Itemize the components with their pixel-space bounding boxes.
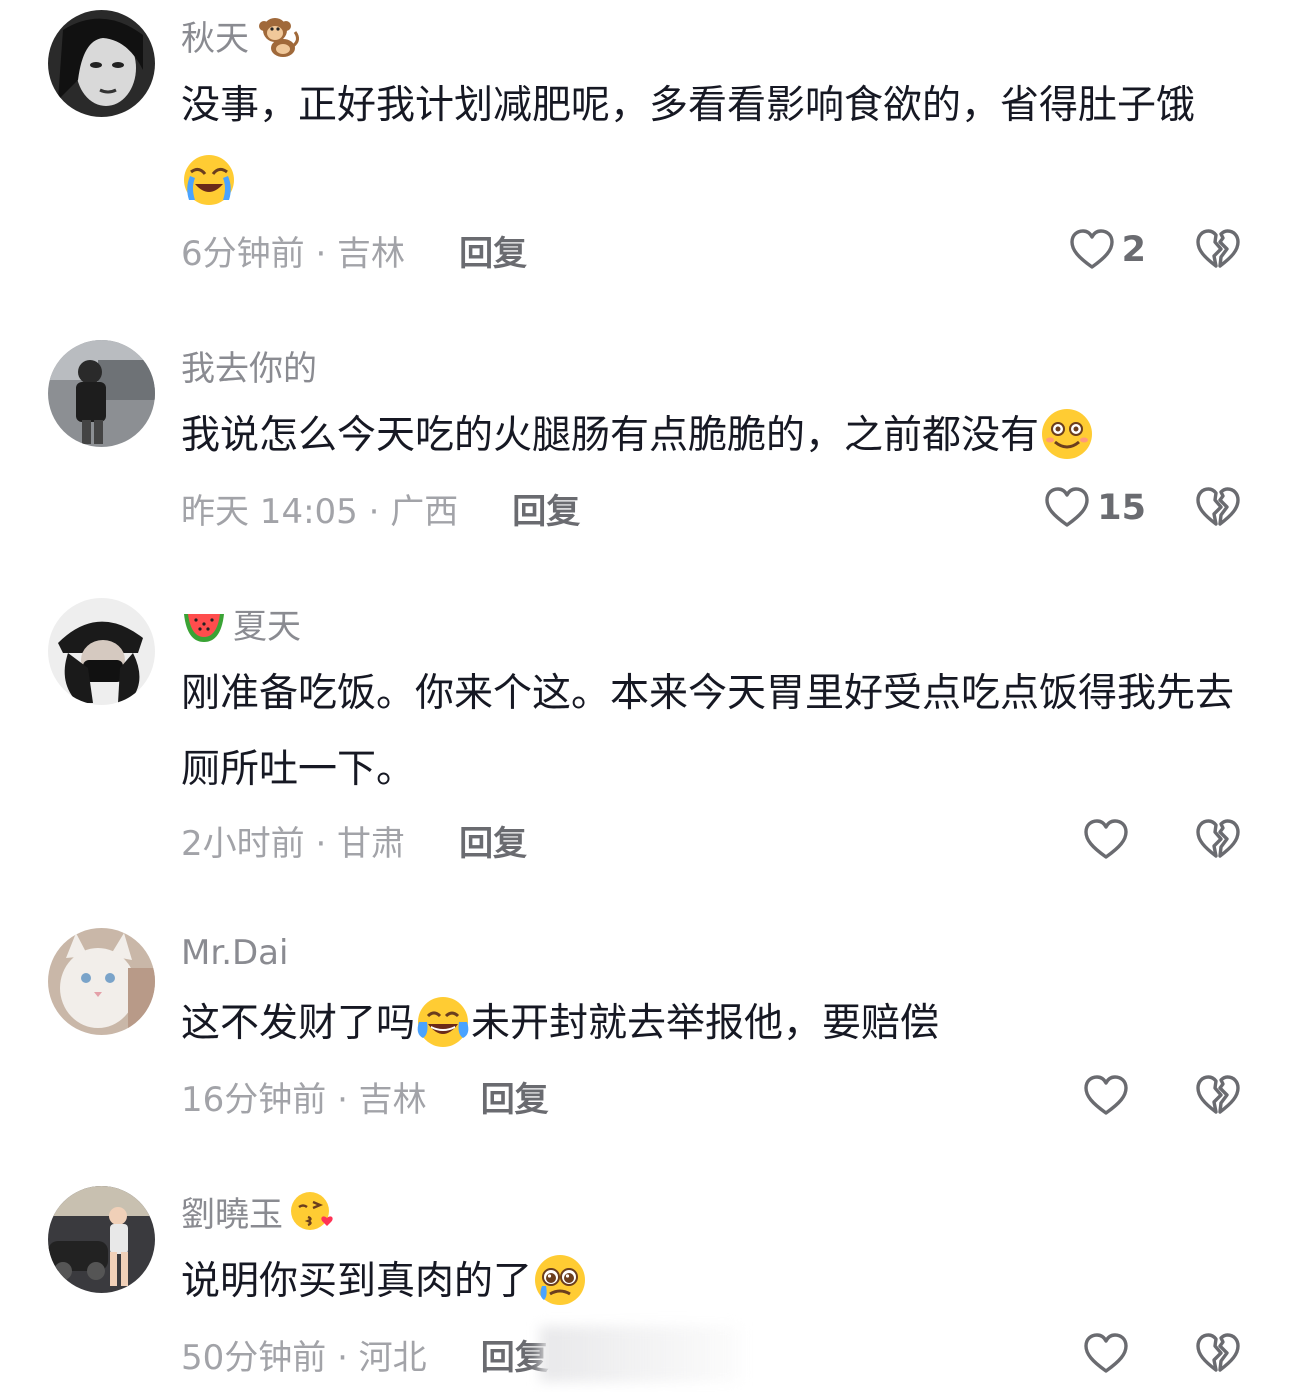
like-button[interactable] [1082,1330,1146,1378]
time-location: 6分钟前 · 吉林 [181,233,406,274]
broken-heart-icon [1196,1075,1240,1114]
avatar[interactable] [48,1186,155,1293]
dislike-button[interactable] [1194,484,1242,532]
comment-meta-row: 16分钟前 · 吉林 回复 [181,1068,1242,1124]
reply-button[interactable]: 回复 [481,1330,549,1379]
comment-text: 这不发财了吗 未开封就去举报他，要赔偿 [181,986,1246,1062]
like-button[interactable]: 2 [1068,226,1146,274]
heart-outline-icon [1045,487,1089,527]
username[interactable]: Mr.Dai [181,933,288,973]
time-location: 昨天 14:05 · 广西 [181,491,459,532]
comment-actions [1082,1326,1242,1382]
username[interactable]: 夏天 [233,599,301,648]
tears-of-joy-emoji-icon [415,994,471,1050]
heart-outline-icon [1084,819,1128,859]
comment-text: 说明你买到真肉的了 [181,1244,1246,1320]
comment-meta-row: 2小时前 · 甘肃 回复 [181,812,1242,868]
comment-text: 我说怎么今天吃的火腿肠有点脆脆的，之前都没有 [181,398,1246,474]
avatar[interactable] [48,598,155,705]
watermark-blur-overlay [540,1326,740,1382]
comment-meta-row: 昨天 14:05 · 广西 回复 15 [181,480,1242,536]
reply-button[interactable]: 回复 [512,484,580,533]
username-row: 我去你的 [181,340,317,390]
heart-outline-icon [1084,1333,1128,1373]
username[interactable]: 秋天 [181,11,249,60]
broken-heart-icon [1196,819,1240,858]
kissing-heart-emoji-icon [289,1188,335,1234]
like-count: 15 [1097,488,1146,528]
reply-button[interactable]: 回复 [459,226,527,275]
reply-button[interactable]: 回复 [481,1072,549,1121]
comment-text-tail: 未开封就去举报他，要赔偿 [471,1001,940,1046]
flushed-smile-emoji-icon [1039,406,1095,462]
heart-outline-icon [1084,1075,1128,1115]
comment-text: 刚准备吃饭。你来个这。本来今天胃里好受点吃点饭得我先去厕所吐一下。 [181,656,1246,808]
broken-heart-icon [1196,1333,1240,1372]
username-row: 秋天 [181,10,301,60]
comment-text-content: 这不发财了吗 [181,1001,416,1046]
comment-text-content: 说明你买到真肉的了 [181,1259,533,1304]
broken-heart-icon [1196,487,1240,526]
username[interactable]: 劉曉玉 [181,1187,283,1236]
time-location: 50分钟前 · 河北 [181,1337,427,1378]
username-row: 劉曉玉 [181,1186,335,1236]
username-row: 夏天 [181,598,301,648]
loudly-crying-face-emoji-icon [181,152,237,208]
pleading-face-emoji-icon [532,1252,588,1308]
comment-actions [1082,1068,1242,1124]
dislike-button[interactable] [1194,1072,1242,1120]
dislike-button[interactable] [1194,1330,1242,1378]
like-button[interactable] [1082,816,1146,864]
like-button[interactable]: 15 [1043,484,1146,532]
comment-actions [1082,812,1242,868]
comment-text-content: 我说怎么今天吃的火腿肠有点脆脆的，之前都没有 [181,413,1040,458]
like-button[interactable] [1082,1072,1146,1120]
watermelon-emoji-icon [181,600,227,646]
avatar[interactable] [48,10,155,117]
dislike-button[interactable] [1194,226,1242,274]
username[interactable]: 我去你的 [181,341,317,390]
heart-outline-icon [1069,229,1114,269]
username-row: Mr.Dai [181,928,288,978]
comment-text-content: 刚准备吃饭。你来个这。本来今天胃里好受点吃点饭得我先去厕所吐一下。 [181,671,1235,792]
time-location: 2小时前 · 甘肃 [181,823,406,864]
like-count: 2 [1121,230,1146,270]
avatar[interactable] [48,340,155,447]
avatar[interactable] [48,928,155,1035]
comment-text-content: 没事，正好我计划减肥呢，多看看影响食欲的，省得肚子饿 [181,83,1196,128]
time-location: 16分钟前 · 吉林 [181,1079,427,1120]
monkey-emoji-icon [255,12,301,58]
broken-heart-icon [1196,229,1240,268]
dislike-button[interactable] [1194,816,1242,864]
comment-actions: 15 [1043,480,1242,536]
comment-meta-row: 6分钟前 · 吉林 回复 2 [181,222,1242,278]
comment-actions: 2 [1068,222,1242,278]
reply-button[interactable]: 回复 [459,816,527,865]
comment-text: 没事，正好我计划减肥呢，多看看影响食欲的，省得肚子饿 [181,68,1246,220]
